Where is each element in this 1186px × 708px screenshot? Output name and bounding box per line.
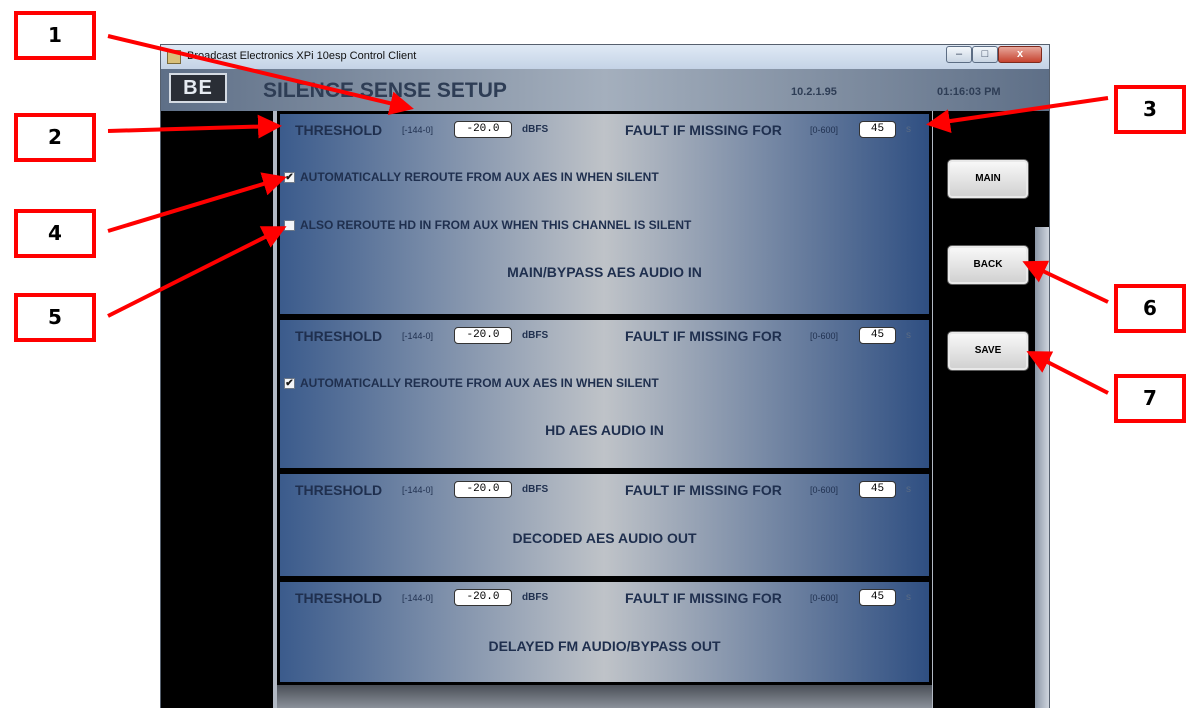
callout-2: 2	[14, 113, 96, 162]
callout-5-arrow	[107, 226, 287, 318]
callout-4-arrow	[107, 172, 287, 233]
callout-6-arrow	[1022, 260, 1109, 304]
callout-7-arrow	[1026, 351, 1109, 395]
callout-6: 6	[1114, 284, 1186, 333]
callout-2-arrow	[107, 114, 282, 139]
callout-5: 5	[14, 293, 96, 342]
callout-1: 1	[14, 11, 96, 60]
callout-4: 4	[14, 209, 96, 258]
callout-3-arrow	[926, 96, 1109, 133]
callout-1-arrow	[107, 34, 414, 116]
callout-7: 7	[1114, 374, 1186, 423]
callout-3: 3	[1114, 85, 1186, 134]
callout-arrows	[107, 34, 1109, 395]
